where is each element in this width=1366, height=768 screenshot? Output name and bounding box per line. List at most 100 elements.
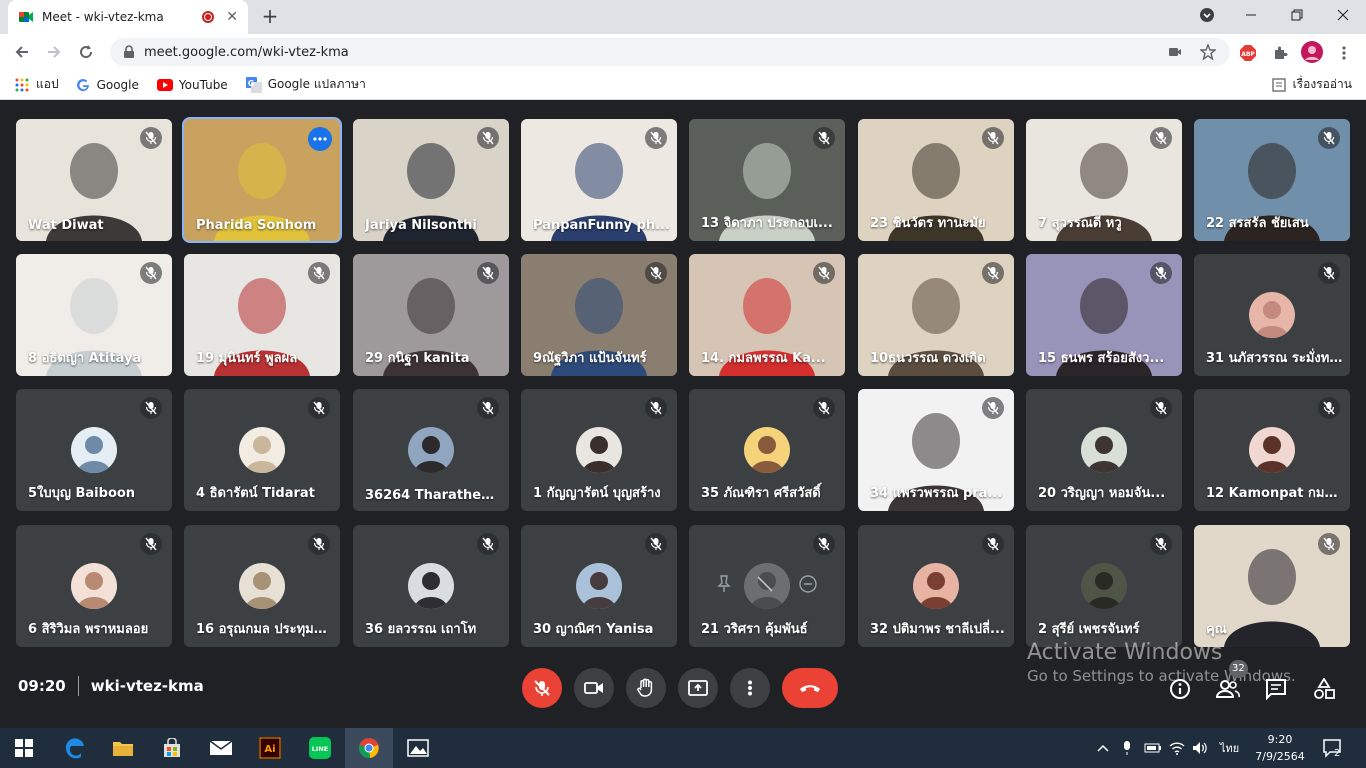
participant-tile[interactable]: 23 ชินวัตร ทานะมัย	[858, 119, 1014, 241]
participant-tile[interactable]: 2 สุรีย์ เพชรจันทร์	[1026, 525, 1182, 647]
participant-tile[interactable]: 35 ภัณฑิรา ศรีสวัสดิ์	[689, 389, 845, 511]
clock-date: 7/9/2564	[1255, 750, 1305, 763]
participant-tile[interactable]: 5ใบบุญ Baiboon	[16, 389, 172, 511]
pin-icon[interactable]	[717, 575, 731, 597]
windows-start-button[interactable]	[0, 728, 48, 768]
camera-in-use-icon[interactable]	[1168, 45, 1182, 59]
taskbar-mail[interactable]	[197, 728, 245, 768]
participant-tile[interactable]: 4 ธิดารัตน์ Tidarat	[184, 389, 340, 511]
recording-indicator-icon	[202, 11, 215, 23]
participant-tile[interactable]: 22 สรสรัล ชัยเสน	[1194, 119, 1350, 241]
bookmark-google[interactable]: Google	[75, 77, 139, 93]
meeting-details-button[interactable]	[1167, 676, 1193, 702]
svg-text:LINE: LINE	[312, 745, 328, 753]
activities-button[interactable]	[1311, 676, 1337, 702]
browser-tab-strip: Meet - wki-vtez-kma ✕ +	[0, 0, 1366, 34]
input-language[interactable]: ไทย	[1220, 728, 1239, 768]
meeting-code: wki-vtez-kma	[90, 677, 204, 695]
taskbar-illustrator[interactable]: Ai	[246, 728, 294, 768]
participant-tile[interactable]: 12 Kamonpat กมล...	[1194, 389, 1350, 511]
raise-hand-button[interactable]	[626, 668, 666, 708]
action-center-button[interactable]: 2	[1322, 728, 1344, 768]
participant-tile[interactable]: 20 วริญญา หอมจัน...	[1026, 389, 1182, 511]
tile-more-options-button[interactable]	[308, 127, 332, 151]
participant-tile[interactable]: 10ธนวรรณ ดวงเกิด	[858, 254, 1014, 376]
reading-list[interactable]: เรื่องรออ่าน	[1271, 75, 1352, 94]
participant-tile[interactable]: 13 จิดาภา ประกอบเ...	[689, 119, 845, 241]
bookmark-google-translate[interactable]: G Google แปลภาษา	[245, 75, 366, 94]
bookmark-star-icon[interactable]	[1200, 44, 1216, 60]
remove-participant-icon[interactable]	[799, 575, 817, 597]
close-tab-icon[interactable]: ✕	[226, 9, 238, 25]
taskbar-chrome[interactable]	[345, 728, 393, 768]
participant-tile[interactable]: Jariya Nilsonthi	[353, 119, 509, 241]
participant-tile[interactable]: 31 นภัสวรรณ ระมั่งท...	[1194, 254, 1350, 376]
participant-name: 35 ภัณฑิรา ศรีสวัสดิ์	[701, 486, 821, 501]
participant-tile[interactable]: 34 แพรวพรรณ pra...	[858, 389, 1014, 511]
participant-tile[interactable]: 19 มุนินทร์ พูลผล	[184, 254, 340, 376]
participant-tile[interactable]: 9ณัฐวิภา แป้นจันทร์	[521, 254, 677, 376]
mute-participant-icon[interactable]	[756, 575, 774, 597]
back-icon[interactable]	[6, 36, 38, 68]
participant-tile[interactable]: 6 สิริวิมล พราหมลอย	[16, 525, 172, 647]
show-hidden-icons[interactable]	[1097, 728, 1109, 768]
present-screen-button[interactable]	[678, 668, 718, 708]
participant-tile[interactable]: 1 กัญญารัตน์ บุญสร้าง	[521, 389, 677, 511]
bookmark-youtube[interactable]: YouTube	[156, 77, 228, 93]
profile-avatar[interactable]	[1301, 41, 1323, 63]
participant-tile[interactable]: 30 ญาณิศา Yanisa	[521, 525, 677, 647]
tab-search-icon[interactable]	[1184, 0, 1230, 30]
volume-icon[interactable]	[1192, 728, 1210, 768]
address-bar[interactable]: meet.google.com/wki-vtez-kma	[110, 38, 1230, 66]
participant-tile[interactable]: 32 ปติมาพร ชาลีเปลี่...	[858, 525, 1014, 647]
taskbar-photos[interactable]	[394, 728, 442, 768]
restore-window-icon[interactable]	[1274, 0, 1320, 30]
participant-tile[interactable]: 8 อธิตญา Atitaya	[16, 254, 172, 376]
hand-icon	[637, 678, 653, 697]
taskbar-file-explorer[interactable]	[99, 728, 147, 768]
battery-icon[interactable]	[1144, 728, 1162, 768]
chat-button[interactable]	[1263, 676, 1289, 702]
participant-tile[interactable]: 29 กนิฐา kanita	[353, 254, 509, 376]
participant-tile[interactable]: 7 สุวรรณดี หวู	[1026, 119, 1182, 241]
wifi-icon[interactable]	[1169, 728, 1185, 768]
participant-tile[interactable]: PanpanFunny ph...	[521, 119, 677, 241]
participant-tile[interactable]: 15 ธนพร สร้อยสังว...	[1026, 254, 1182, 376]
participant-tile[interactable]: 21 วริศรา คุ้มพันธ์	[689, 525, 845, 647]
participant-tile[interactable]: Wat Diwat	[16, 119, 172, 241]
participant-name: 12 Kamonpat กมล...	[1206, 486, 1344, 501]
participant-tile[interactable]: 16 อรุณกมล ประทุมวิ...	[184, 525, 340, 647]
leave-call-button[interactable]	[782, 668, 838, 708]
browser-menu-icon[interactable]	[1333, 42, 1355, 64]
bookmark-apps[interactable]: แอป	[14, 75, 59, 94]
extensions-puzzle-icon[interactable]	[1269, 42, 1291, 64]
reload-icon[interactable]	[70, 36, 102, 68]
participant-tile[interactable]: 36 ยลวรรณ เถาโท	[353, 525, 509, 647]
mail-icon	[209, 740, 233, 755]
participant-name: 6 สิริวิมล พราหมลอย	[28, 622, 149, 637]
taskbar-clock[interactable]: 9:20 7/9/2564	[1248, 731, 1312, 765]
muted-mic-icon	[982, 262, 1004, 284]
microphone-toggle-button[interactable]	[522, 668, 562, 708]
activities-shapes-icon	[1314, 678, 1335, 699]
participant-tile[interactable]: คุณ	[1194, 525, 1350, 647]
more-options-button[interactable]	[730, 668, 770, 708]
camera-toggle-button[interactable]	[574, 668, 614, 708]
browser-tab-meet[interactable]: Meet - wki-vtez-kma ✕	[8, 0, 248, 34]
meet-control-bar: 09:20 wki-vtez-kma Activate Windows Go t…	[0, 640, 1366, 728]
forward-icon[interactable]	[38, 36, 70, 68]
participants-button[interactable]	[1215, 676, 1241, 702]
microphone-tray-icon[interactable]	[1122, 728, 1132, 768]
participant-tile[interactable]: 14. กมลพรรณ Ka...	[689, 254, 845, 376]
participant-tile[interactable]: 36264 Tharathep_...	[353, 389, 509, 511]
adblock-extension-icon[interactable]: ABP	[1237, 42, 1259, 64]
new-tab-button[interactable]: +	[258, 5, 282, 29]
taskbar-edge[interactable]	[51, 728, 99, 768]
taskbar-store[interactable]	[148, 728, 196, 768]
muted-mic-icon	[813, 127, 835, 149]
taskbar-line[interactable]: LINE	[296, 728, 344, 768]
minimize-window-icon[interactable]	[1228, 0, 1274, 30]
close-window-icon[interactable]	[1320, 0, 1366, 30]
participant-tile[interactable]: Pharida Sonhom	[182, 117, 342, 243]
bookmark-youtube-label: YouTube	[178, 77, 228, 92]
